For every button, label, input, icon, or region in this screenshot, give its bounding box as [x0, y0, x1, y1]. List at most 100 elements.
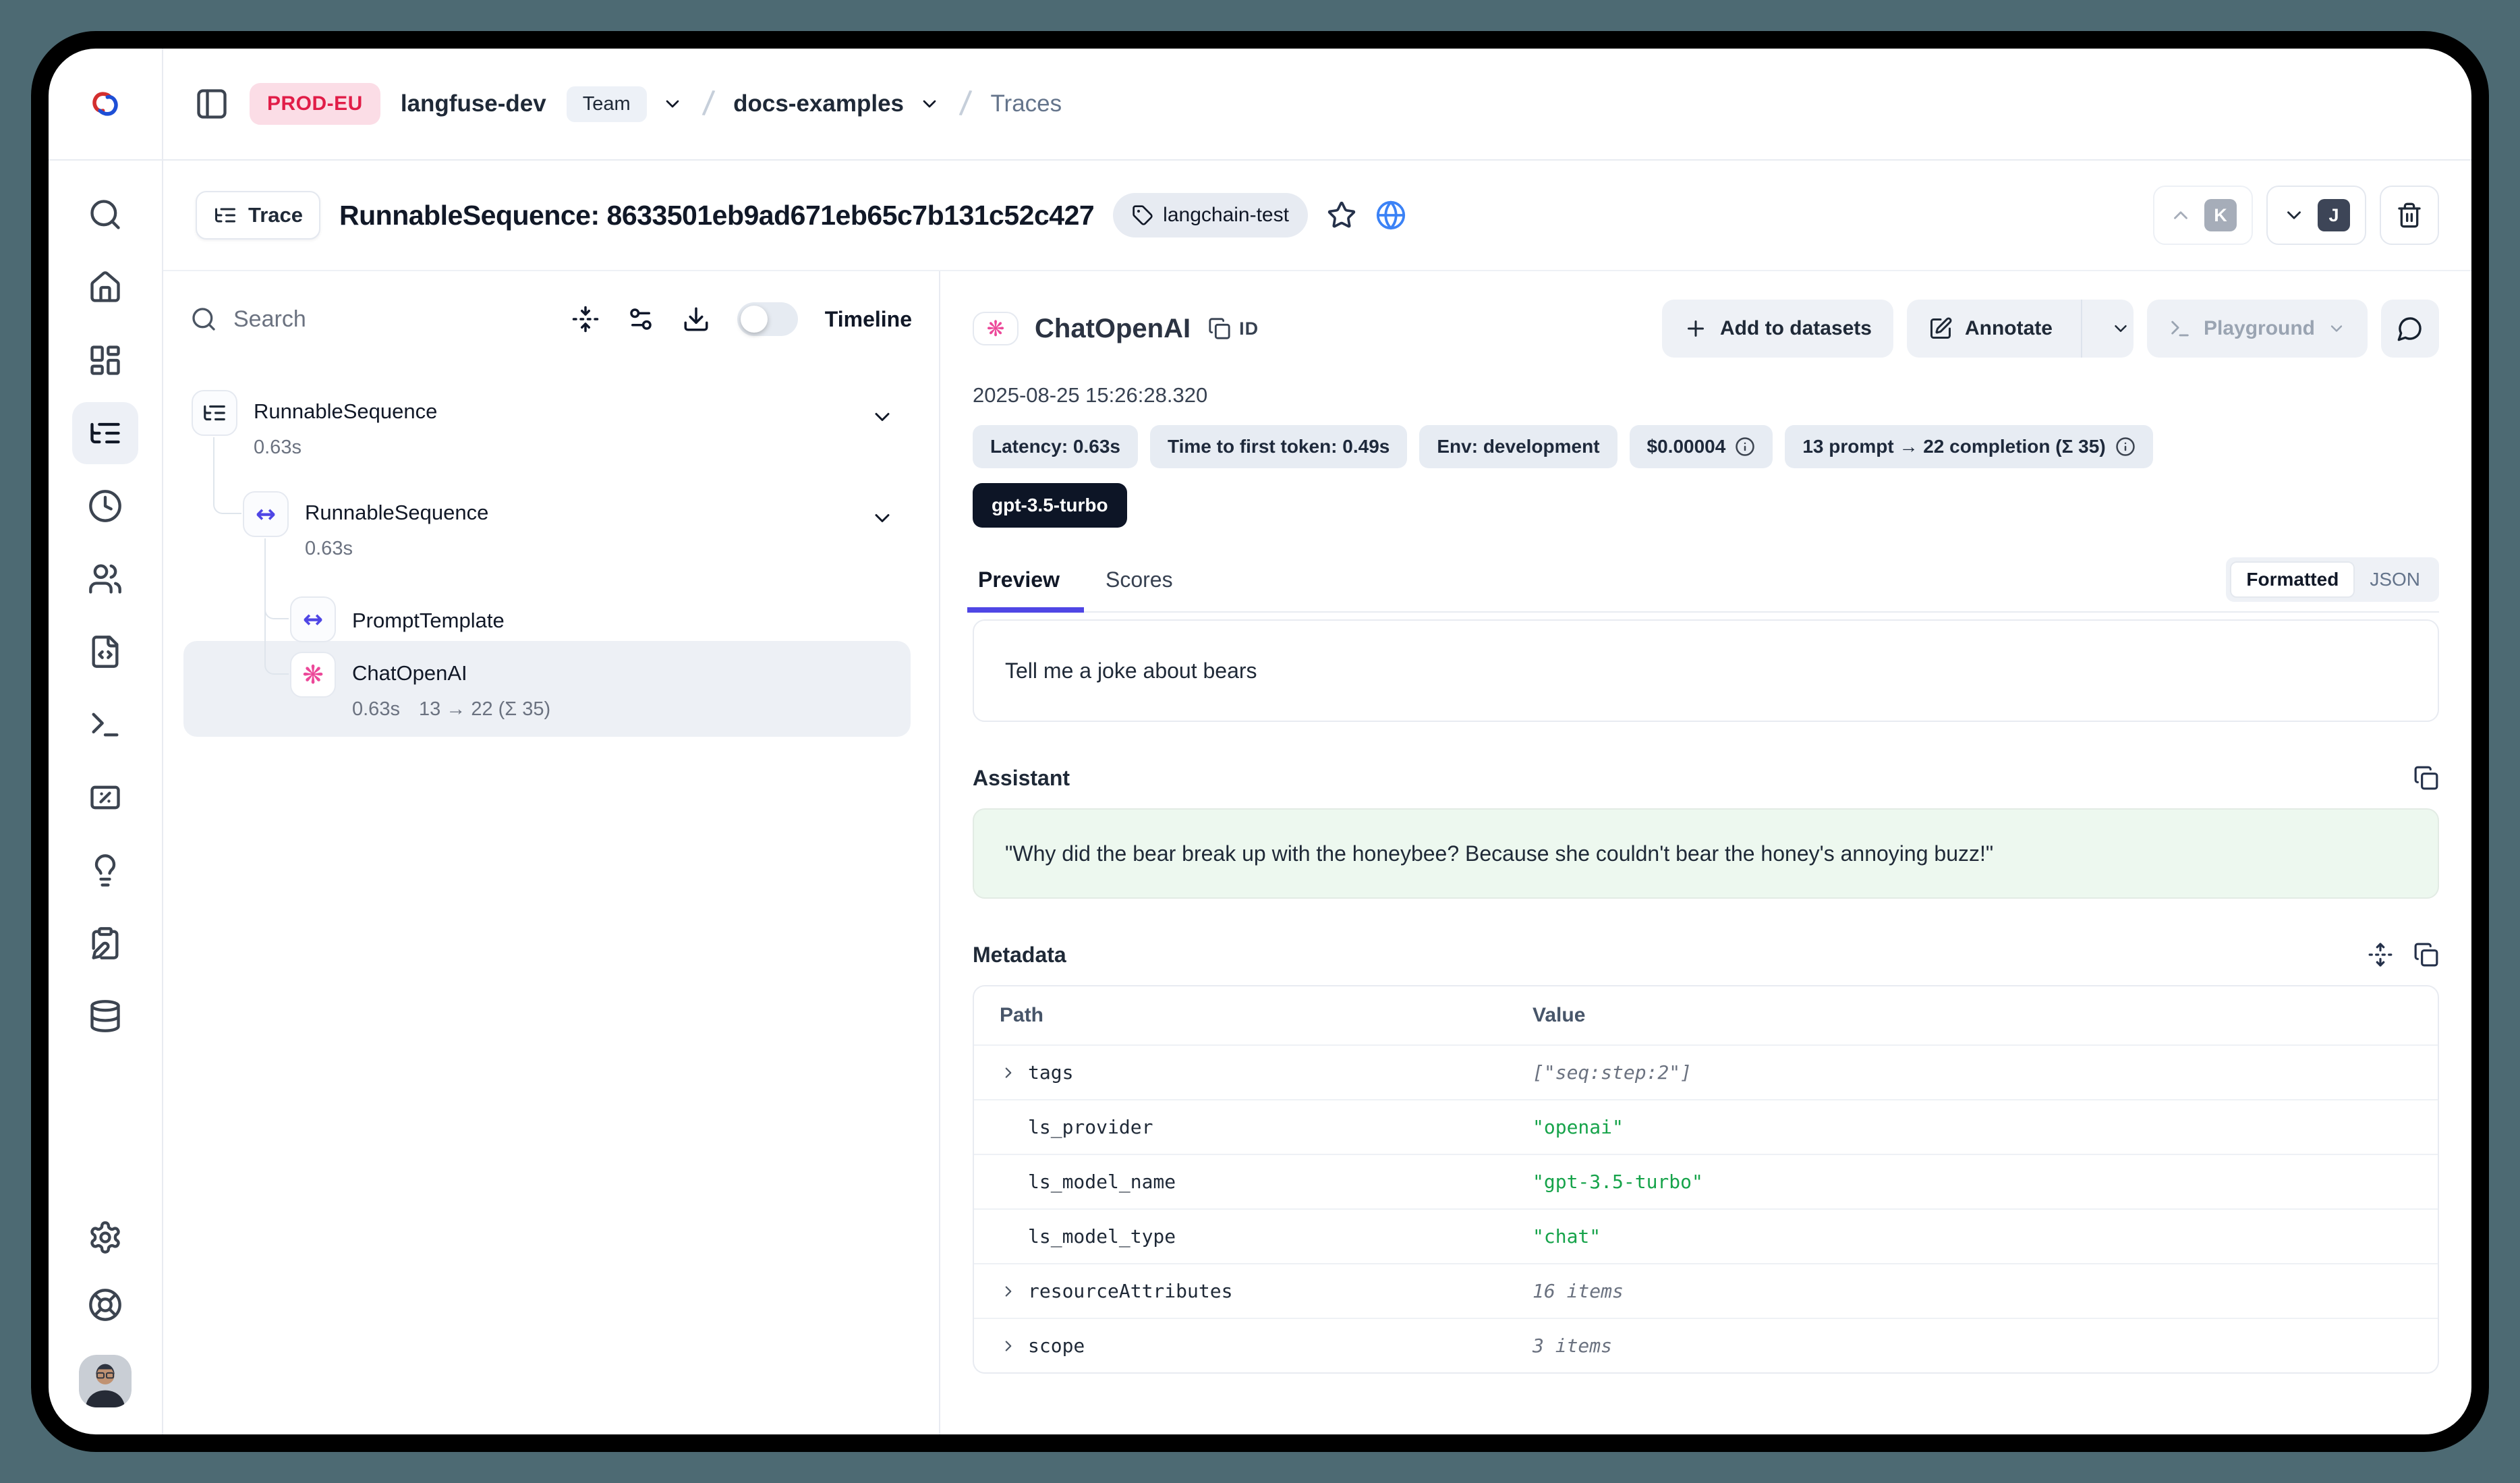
annotate-split-button[interactable]: Annotate	[1907, 300, 2134, 358]
next-trace-button[interactable]: J	[2266, 186, 2366, 245]
comments-button[interactable]	[2381, 300, 2439, 358]
user-message-box: Tell me a joke about bears	[973, 619, 2439, 722]
observation-timestamp: 2025-08-25 15:26:28.320	[973, 383, 2439, 408]
collapse-node-button[interactable]	[870, 405, 894, 429]
trace-title-bar: Trace RunnableSequence: 8633501eb9ad671e…	[163, 161, 2471, 271]
sidebar-item-home[interactable]	[88, 270, 123, 305]
model-badge[interactable]: gpt-3.5-turbo	[973, 483, 1127, 528]
org-dropdown[interactable]	[662, 93, 683, 115]
token-usage-badge[interactable]: 13 prompt → 22 completion (Σ 35)	[1785, 425, 2152, 468]
playground-label: Playground	[2204, 317, 2315, 340]
trace-nav-actions: K J	[2153, 186, 2439, 245]
org-type-badge: Team	[567, 86, 647, 122]
playground-button[interactable]: Playground	[2147, 300, 2368, 358]
format-formatted-option[interactable]: Formatted	[2230, 561, 2355, 598]
search-icon	[88, 197, 123, 232]
lifebuoy-icon	[88, 1287, 123, 1322]
sidebar-item-annotation[interactable]	[88, 926, 123, 961]
search-input[interactable]	[233, 306, 436, 333]
chain-node-icon: ↔	[290, 596, 336, 642]
tree-node-root[interactable]: RunnableSequence 0.63s	[192, 390, 437, 459]
org-name[interactable]: langfuse-dev	[401, 90, 546, 117]
trace-tag[interactable]: langchain-test	[1113, 193, 1308, 237]
sidebar-item-sessions[interactable]	[88, 488, 123, 524]
copy-id-button[interactable]: ID	[1208, 317, 1259, 340]
sidebar-item-playground[interactable]	[88, 707, 123, 742]
sidebar-item-tracing[interactable]	[72, 402, 138, 464]
breadcrumb-separator: /	[701, 83, 716, 124]
sidebar-item-datasets[interactable]	[88, 999, 123, 1034]
sidebar-item-users[interactable]	[88, 561, 123, 596]
info-icon	[2115, 437, 2136, 457]
tree-settings-button[interactable]	[627, 305, 655, 333]
shortcut-key-j: J	[2318, 199, 2350, 231]
column-value: Value	[1533, 1004, 2412, 1027]
format-json-option[interactable]: JSON	[2355, 563, 2435, 596]
table-row[interactable]: resourceAttributes 16 items	[974, 1263, 2438, 1318]
sidebar-item-settings[interactable]	[88, 1220, 123, 1255]
collapse-node-button[interactable]	[870, 506, 894, 530]
project-dropdown[interactable]	[919, 93, 940, 115]
sidebar-item-support[interactable]	[88, 1287, 123, 1322]
sidebar-item-prompts[interactable]	[88, 634, 123, 669]
clipboard-pen-icon	[88, 926, 123, 961]
sidebar-item-scores[interactable]	[88, 780, 123, 815]
chevron-down-icon	[2283, 204, 2306, 227]
add-to-datasets-button[interactable]: Add to datasets	[1662, 300, 1893, 358]
icon-sidebar	[49, 49, 163, 1434]
table-row[interactable]: scope 3 items	[974, 1318, 2438, 1372]
tree-node-chat-openai[interactable]: ❋ ChatOpenAI 0.63s 13 → 22 (Σ 35)	[290, 652, 550, 721]
tab-scores[interactable]: Scores	[1100, 567, 1178, 611]
environment-badge[interactable]: PROD-EU	[250, 83, 380, 125]
bookmark-star-button[interactable]	[1327, 200, 1356, 230]
prev-trace-button[interactable]: K	[2153, 186, 2253, 245]
collapse-all-button[interactable]	[571, 305, 600, 333]
user-avatar[interactable]	[79, 1355, 132, 1407]
copy-assistant-button[interactable]	[2413, 765, 2439, 791]
chevron-down-icon	[870, 506, 894, 530]
timeline-label: Timeline	[825, 307, 912, 332]
tree-node-prompt-template[interactable]: ↔ PromptTemplate	[290, 596, 505, 642]
env-badge: Env: development	[1419, 425, 1617, 468]
row-path: ls_provider	[1028, 1116, 1153, 1138]
terminal-icon	[2169, 317, 2192, 340]
org-logo[interactable]	[49, 49, 162, 161]
detail-actions: Add to datasets Annotate Playground	[1662, 300, 2439, 358]
table-row: ls_model_type "chat"	[974, 1208, 2438, 1263]
delete-trace-button[interactable]	[2380, 186, 2439, 245]
file-code-icon	[88, 634, 123, 669]
project-name[interactable]: docs-examples	[733, 90, 904, 117]
latency-badge: Latency: 0.63s	[973, 425, 1138, 468]
timeline-toggle[interactable]	[737, 302, 798, 336]
tree-toolbar: Timeline	[183, 302, 919, 336]
chevron-right-icon	[1000, 1064, 1017, 1082]
public-share-button[interactable]	[1375, 200, 1406, 231]
trace-type-label: Trace	[248, 203, 303, 227]
chain-node-icon: ↔	[243, 491, 289, 537]
trace-tree: RunnableSequence 0.63s ↔ RunnableSequenc…	[183, 390, 919, 1434]
sidebar-item-dashboards[interactable]	[88, 343, 123, 378]
chevron-down-icon	[870, 405, 894, 429]
chevron-down-icon	[2327, 319, 2346, 338]
sidebar-item-search[interactable]	[88, 197, 123, 232]
observation-detail-panel: ❋ ChatOpenAI ID Add to datasets Ann	[940, 271, 2471, 1434]
metadata-heading: Metadata	[973, 943, 1066, 968]
tab-preview[interactable]: Preview	[973, 567, 1065, 611]
download-button[interactable]	[682, 305, 710, 333]
globe-icon	[1375, 200, 1406, 231]
sidebar-item-evaluation[interactable]	[88, 853, 123, 888]
tree-node-chain[interactable]: ↔ RunnableSequence 0.63s	[243, 491, 488, 560]
double-arrow-icon: ↔	[303, 606, 323, 634]
row-path: ls_model_type	[1028, 1225, 1176, 1248]
trace-title: RunnableSequence: 8633501eb9ad671eb65c7b…	[339, 200, 1094, 231]
annotate-dropdown[interactable]	[2094, 318, 2134, 339]
lightbulb-icon	[88, 853, 123, 888]
panel-left-toggle[interactable]	[194, 86, 229, 121]
expand-metadata-button[interactable]	[2368, 942, 2393, 968]
breadcrumb-page[interactable]: Traces	[990, 90, 1062, 117]
table-row[interactable]: tags ["seq:step:2"]	[974, 1044, 2438, 1099]
copy-metadata-button[interactable]	[2413, 942, 2439, 968]
list-tree-icon	[88, 416, 123, 451]
cost-badge[interactable]: $0.00004	[1630, 425, 1773, 468]
dashboard-icon	[88, 343, 123, 378]
